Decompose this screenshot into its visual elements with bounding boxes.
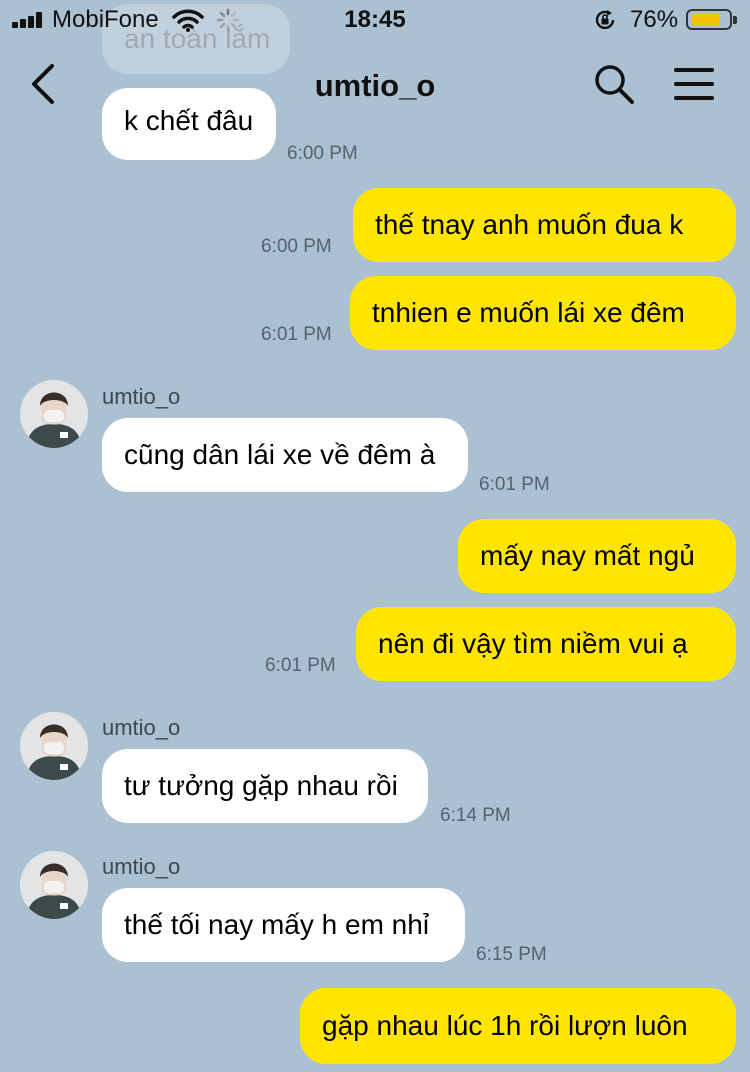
message-time: 6:14 PM <box>440 805 511 826</box>
message-bubble-outgoing[interactable]: thế tnay anh muốn đua k <box>353 188 736 262</box>
avatar[interactable] <box>20 712 88 780</box>
search-icon <box>595 65 634 104</box>
menu-button[interactable] <box>670 64 718 104</box>
message-text: tnhien e muốn lái xe đêm <box>372 297 685 328</box>
message-time: 6:00 PM <box>287 143 358 164</box>
message-text: cũng dân lái xe về đêm à <box>124 439 436 470</box>
message-time: 6:01 PM <box>265 655 336 676</box>
battery-icon <box>686 9 737 30</box>
message-bubble-incoming[interactable]: cũng dân lái xe về đêm à <box>102 418 468 492</box>
avatar-photo-icon <box>20 380 88 448</box>
search-button[interactable] <box>592 62 636 106</box>
status-bar: MobiFone 18:45 76% <box>0 0 750 42</box>
message-time: 6:01 PM <box>479 474 550 495</box>
avatar-photo-icon <box>20 851 88 919</box>
sender-name: umtio_o <box>102 854 181 879</box>
message-text: thế tnay anh muốn đua k <box>375 209 684 240</box>
battery-percentage: 76% <box>630 6 679 33</box>
avatar[interactable] <box>20 851 88 919</box>
message-text: tư tưởng gặp nhau rồi <box>124 770 398 801</box>
message-text: gặp nhau lúc 1h rồi lượn luôn <box>322 1010 688 1041</box>
avatar-photo-icon <box>20 712 88 780</box>
message-text: thế tối nay mấy h em nhỉ <box>124 909 430 940</box>
sender-name: umtio_o <box>102 715 181 740</box>
chat-title: umtio_o <box>314 68 436 103</box>
message-time: 6:15 PM <box>476 944 547 965</box>
message-bubble-outgoing[interactable]: mấy nay mất ngủ <box>458 519 736 593</box>
message-bubble-outgoing[interactable]: tnhien e muốn lái xe đêm <box>350 276 736 350</box>
message-list[interactable]: an toàn lắm k chết đâu 6:00 PM thế tnay … <box>0 0 750 1072</box>
avatar[interactable] <box>20 380 88 448</box>
message-time: 6:00 PM <box>261 236 332 257</box>
orientation-lock-icon <box>593 8 617 37</box>
sender-name: umtio_o <box>102 384 181 409</box>
message-bubble-incoming[interactable]: thế tối nay mấy h em nhỉ <box>102 888 465 962</box>
message-bubble-outgoing[interactable]: nên đi vậy tìm niềm vui ạ <box>356 607 736 681</box>
message-text: mấy nay mất ngủ <box>480 540 695 571</box>
message-bubble-incoming[interactable]: tư tưởng gặp nhau rồi <box>102 749 428 823</box>
chat-header: umtio_o <box>0 42 750 126</box>
message-bubble-outgoing[interactable]: gặp nhau lúc 1h rồi lượn luôn <box>300 988 736 1064</box>
message-time: 6:01 PM <box>261 324 332 345</box>
chat-screen: an toàn lắm k chết đâu 6:00 PM thế tnay … <box>0 0 750 1072</box>
message-text: nên đi vậy tìm niềm vui ạ <box>378 628 688 659</box>
